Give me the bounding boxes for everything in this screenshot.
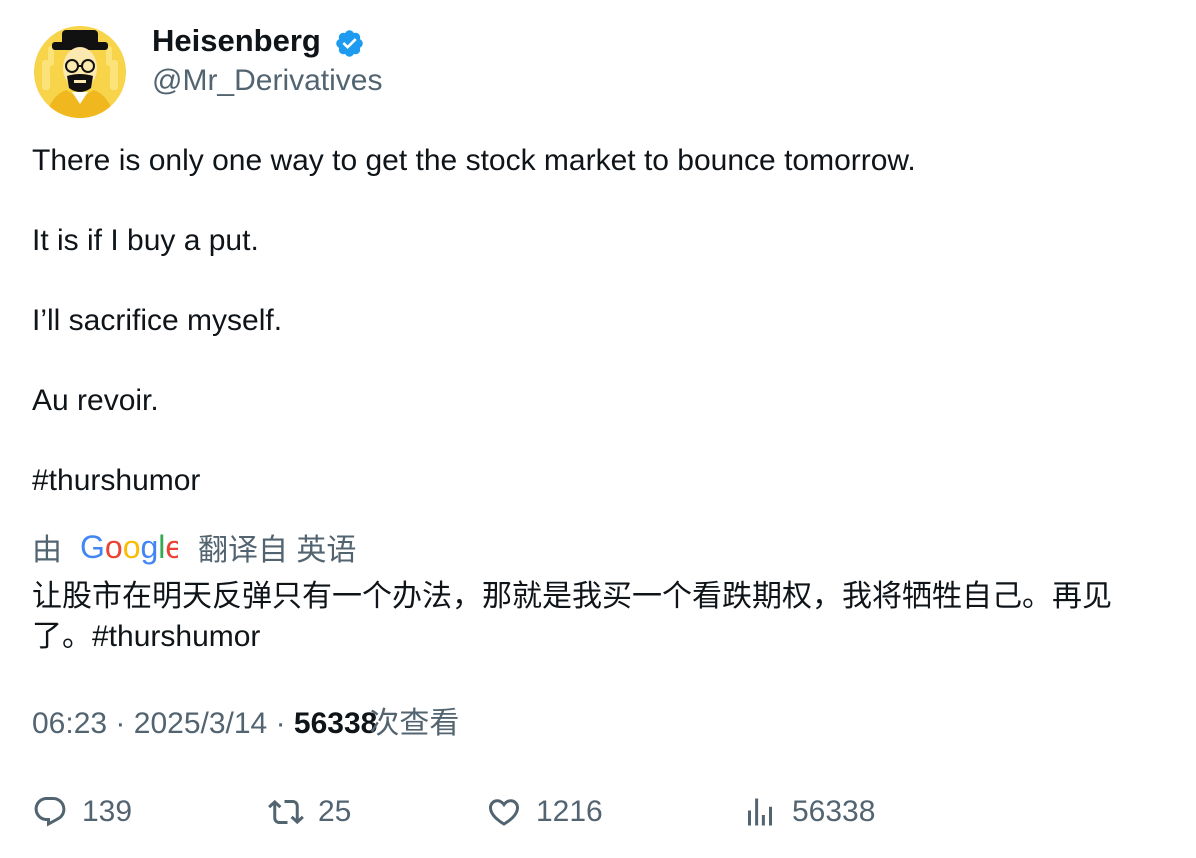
tweet-paragraph: I’ll sacrifice myself. [32,304,283,337]
reply-count: 139 [82,795,133,828]
author-handle[interactable]: @Mr_Derivatives [152,62,383,100]
svg-text:Google: Google [80,529,178,565]
tweet-meta: 06:23 · 2025/3/14 · 56338次查看 [32,705,459,743]
heart-icon [488,799,520,826]
hashtag-link[interactable]: #thurshumor [32,463,200,499]
translated-text: 让股市在明天反弹只有一个办法，那就是我买一个看跌期权，我将牺牲自己。再见了。#t… [32,580,1112,653]
google-logo-icon: Google [80,529,178,565]
tweet-paragraph: Au revoir. [32,384,159,417]
reply-icon [34,797,66,827]
avatar[interactable] [34,26,126,118]
heisenberg-avatar-icon [34,26,126,118]
like-button[interactable]: 1216 [486,792,603,832]
retweet-count: 25 [318,795,352,828]
tweet-date[interactable]: 2025/3/14 [134,707,267,740]
tweet-time[interactable]: 06:23 [32,707,107,740]
view-count-label: 次查看 [369,707,460,740]
retweet-button[interactable]: 25 [268,792,351,832]
views-count: 56338 [792,795,876,828]
reply-button[interactable]: 139 [32,792,132,832]
translation-attribution: 由 Google 翻译自 英语 [32,527,356,567]
tweet-paragraph: There is only one way to get the stock m… [32,144,916,177]
translation-source-language[interactable]: 翻译自 英语 [198,525,356,569]
verified-badge-icon[interactable] [334,28,365,59]
translation-prefix: 由 [32,534,62,567]
views-button[interactable]: 56338 [742,792,875,832]
view-count: 56338 [293,707,378,740]
tweet-paragraph: It is if I buy a put. [32,224,259,257]
meta-separator: · [115,707,126,740]
retweet-icon [268,799,304,825]
views-chart-icon [748,798,772,826]
like-count: 1216 [536,795,603,828]
meta-separator: · [275,707,286,740]
author-name[interactable]: Heisenberg [152,22,321,60]
